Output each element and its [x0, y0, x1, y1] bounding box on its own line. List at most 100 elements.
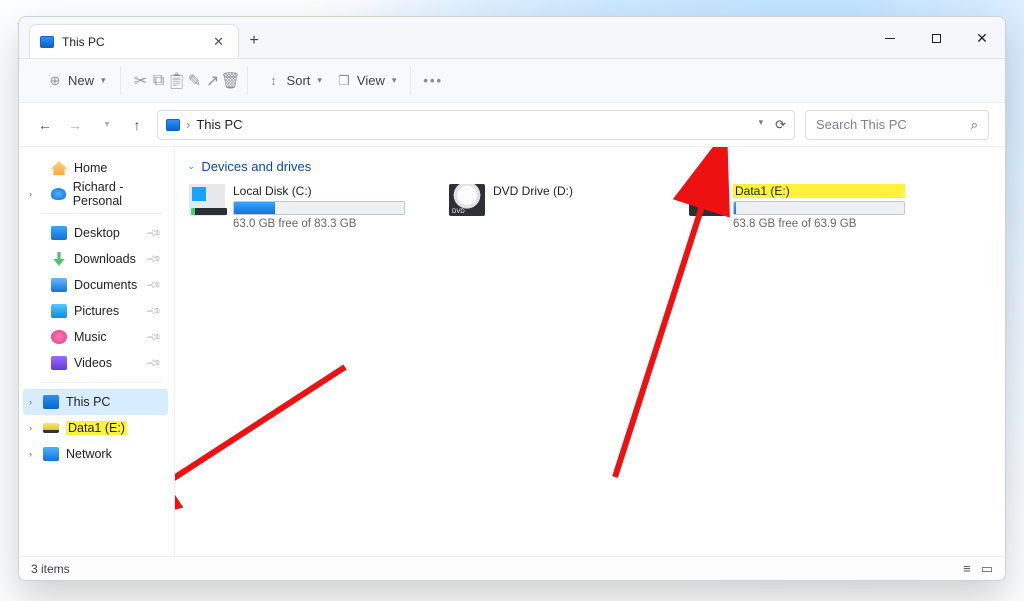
section-title: Devices and drives: [201, 159, 311, 174]
drive-dvd-d[interactable]: DVD Drive (D:): [447, 182, 647, 218]
more-button[interactable]: •••: [423, 73, 443, 88]
pin-icon: 📌︎: [145, 329, 162, 346]
sidebar-separator: [41, 213, 162, 214]
video-icon: [51, 356, 67, 370]
sidebar-label: Pictures: [74, 304, 119, 318]
content-pane[interactable]: ⌄ Devices and drives Local Disk (C:) 63.…: [175, 147, 1005, 556]
close-button[interactable]: ✕: [959, 17, 1005, 59]
address-path: This PC: [196, 117, 242, 132]
sidebar-label: Videos: [74, 356, 112, 370]
data-drive-icon: [689, 184, 725, 216]
drive-name: Local Disk (C:): [233, 184, 405, 198]
pc-icon: [43, 395, 59, 409]
pin-icon: 📌︎: [145, 225, 162, 242]
forward-button[interactable]: →: [65, 117, 85, 133]
drive-free: 63.8 GB free of 63.9 GB: [733, 218, 905, 230]
picture-icon: [51, 304, 67, 318]
up-button[interactable]: ↑: [127, 117, 147, 133]
chevron-down-icon[interactable]: ▾: [759, 117, 764, 133]
details-view-icon[interactable]: ≡: [963, 561, 971, 577]
sidebar-label: Data1 (E:): [66, 421, 127, 435]
search-input[interactable]: Search This PC ⌕: [805, 110, 989, 140]
toolbar: ⊕ New ▾ ✂ ⧉ 📋︎ ✎ ↗ 🗑︎ ↕ Sort ▾ ❒ View ▾: [19, 59, 1005, 103]
drive-data1-e[interactable]: Data1 (E:) 63.8 GB free of 63.9 GB: [687, 182, 907, 232]
sidebar-item-pictures[interactable]: Pictures 📌︎: [23, 298, 168, 324]
drive-icon: [43, 423, 59, 433]
back-button[interactable]: ←: [35, 117, 55, 133]
sort-label: Sort: [287, 73, 311, 88]
usage-bar: [233, 201, 405, 215]
sidebar-label: Downloads: [74, 252, 136, 266]
maximize-button[interactable]: [913, 17, 959, 59]
sidebar-label: Home: [74, 161, 107, 175]
sidebar-label: Richard - Personal: [73, 180, 168, 208]
annotation-arrow-left: [175, 187, 505, 512]
pin-icon: 📌︎: [145, 277, 162, 294]
expand-icon[interactable]: ›: [29, 397, 32, 407]
navigation-pane: Home › Richard - Personal Desktop 📌︎ Dow…: [19, 147, 175, 556]
pc-icon: [40, 36, 54, 48]
status-bar: 3 items ≡ ▭: [19, 556, 1005, 580]
usage-bar: [733, 201, 905, 215]
sidebar-item-this-pc[interactable]: › This PC: [23, 389, 168, 415]
sidebar-label: Music: [74, 330, 107, 344]
sidebar-home[interactable]: Home: [23, 155, 168, 181]
sidebar-item-downloads[interactable]: Downloads 📌︎: [23, 246, 168, 272]
download-icon: [51, 252, 67, 266]
sidebar-personal[interactable]: › Richard - Personal: [23, 181, 168, 207]
sidebar-item-documents[interactable]: Documents 📌︎: [23, 272, 168, 298]
expand-icon[interactable]: ›: [29, 189, 32, 199]
sidebar-label: Network: [66, 447, 112, 461]
tab-title: This PC: [62, 35, 105, 49]
address-bar[interactable]: › This PC ▾ ⟳: [157, 110, 795, 140]
refresh-button[interactable]: ⟳: [775, 117, 786, 133]
recent-locations-button[interactable]: ▾: [97, 119, 117, 130]
item-count: 3 items: [31, 562, 70, 576]
windows-drive-icon: [189, 184, 225, 216]
address-bar-row: ← → ▾ ↑ › This PC ▾ ⟳ Search This PC ⌕: [19, 103, 1005, 147]
paste-icon[interactable]: 📋︎: [169, 73, 185, 89]
breadcrumb-sep: ›: [186, 117, 190, 132]
search-placeholder: Search This PC: [816, 117, 907, 132]
sort-button[interactable]: ↕ Sort ▾: [260, 69, 328, 93]
sidebar-item-network[interactable]: › Network: [23, 441, 168, 467]
cut-icon[interactable]: ✂: [133, 73, 149, 89]
sidebar-separator: [41, 382, 162, 383]
network-icon: [43, 447, 59, 461]
rename-icon[interactable]: ✎: [187, 73, 203, 89]
tiles-view-icon[interactable]: ▭: [981, 561, 993, 577]
drives-row: Local Disk (C:) 63.0 GB free of 83.3 GB …: [187, 182, 993, 232]
sidebar-item-music[interactable]: Music 📌︎: [23, 324, 168, 350]
view-label: View: [357, 73, 385, 88]
dvd-drive-icon: [449, 184, 485, 216]
section-header[interactable]: ⌄ Devices and drives: [187, 159, 993, 174]
drive-local-disk-c[interactable]: Local Disk (C:) 63.0 GB free of 83.3 GB: [187, 182, 407, 232]
tab-this-pc[interactable]: This PC ✕: [29, 24, 239, 58]
cloud-icon: [51, 188, 66, 200]
drive-free: 63.0 GB free of 83.3 GB: [233, 218, 405, 230]
drive-name: DVD Drive (D:): [493, 184, 573, 198]
new-tab-button[interactable]: +: [239, 24, 269, 58]
home-icon: [51, 161, 67, 175]
pin-icon: 📌︎: [145, 303, 162, 320]
collapse-icon[interactable]: ⌄: [187, 161, 195, 172]
pc-icon: [166, 119, 180, 131]
sort-icon: ↕: [266, 73, 282, 89]
expand-icon[interactable]: ›: [29, 423, 32, 433]
explorer-window: This PC ✕ + ✕ ⊕ New ▾ ✂ ⧉ 📋︎ ✎ ↗ 🗑︎: [18, 16, 1006, 581]
share-icon[interactable]: ↗: [205, 73, 221, 89]
titlebar: This PC ✕ + ✕: [19, 17, 1005, 59]
plus-icon: ⊕: [47, 73, 63, 89]
minimize-button[interactable]: [867, 17, 913, 59]
sidebar-item-desktop[interactable]: Desktop 📌︎: [23, 220, 168, 246]
view-icon: ❒: [336, 73, 352, 89]
close-tab-icon[interactable]: ✕: [209, 34, 228, 50]
chevron-down-icon: ▾: [392, 75, 397, 86]
delete-icon[interactable]: 🗑︎: [223, 73, 239, 89]
sidebar-item-videos[interactable]: Videos 📌︎: [23, 350, 168, 376]
copy-icon[interactable]: ⧉: [151, 73, 167, 89]
view-button[interactable]: ❒ View ▾: [330, 69, 402, 93]
new-button[interactable]: ⊕ New ▾: [41, 69, 112, 93]
sidebar-item-data1[interactable]: › Data1 (E:): [23, 415, 168, 441]
expand-icon[interactable]: ›: [29, 449, 32, 459]
